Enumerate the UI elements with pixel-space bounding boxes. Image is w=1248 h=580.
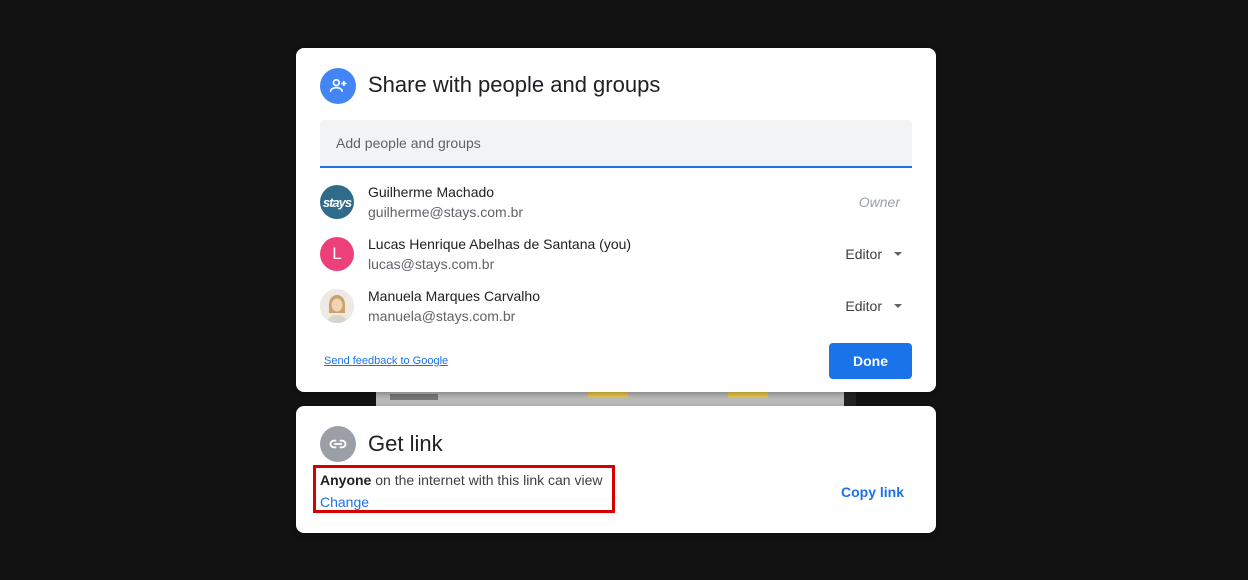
send-feedback-link[interactable]: Send feedback to Google <box>324 355 448 367</box>
person-row: L Lucas Henrique Abelhas de Santana (you… <box>320 234 912 274</box>
person-add-icon <box>320 68 356 104</box>
role-label: Editor <box>845 246 882 262</box>
access-text: on the internet with this link can view <box>371 472 603 488</box>
done-button[interactable]: Done <box>829 343 912 379</box>
avatar <box>320 289 354 323</box>
person-row: stays Guilherme Machado guilherme@stays.… <box>320 182 912 222</box>
person-name: Guilherme Machado <box>368 184 495 200</box>
add-people-input[interactable] <box>320 120 912 168</box>
owner-label: Owner <box>858 194 900 210</box>
role-label: Editor <box>845 298 882 314</box>
access-scope: Anyone <box>320 472 372 488</box>
person-email: lucas@stays.com.br <box>368 256 495 272</box>
caret-down-icon <box>894 252 902 256</box>
role-dropdown[interactable]: Editor <box>845 294 902 318</box>
role-dropdown[interactable]: Editor <box>845 242 902 266</box>
change-link[interactable]: Change <box>320 494 369 510</box>
get-link-panel: Get link Anyone on the internet with thi… <box>296 406 936 533</box>
avatar: L <box>320 237 354 271</box>
link-icon <box>320 426 356 462</box>
avatar: stays <box>320 185 354 219</box>
get-link-title: Get link <box>368 431 443 456</box>
person-row: Manuela Marques Carvalho manuela@stays.c… <box>320 286 912 326</box>
link-access-description: Anyone on the internet with this link ca… <box>320 472 602 488</box>
share-dialog-title: Share with people and groups <box>368 72 661 97</box>
share-dialog: Share with people and groups stays Guilh… <box>296 48 936 392</box>
person-email: guilherme@stays.com.br <box>368 204 524 220</box>
person-name: Manuela Marques Carvalho <box>368 288 540 304</box>
person-email: manuela@stays.com.br <box>368 308 516 324</box>
caret-down-icon <box>894 304 902 308</box>
copy-link-button[interactable]: Copy link <box>841 484 904 500</box>
person-name: Lucas Henrique Abelhas de Santana (you) <box>368 236 632 252</box>
